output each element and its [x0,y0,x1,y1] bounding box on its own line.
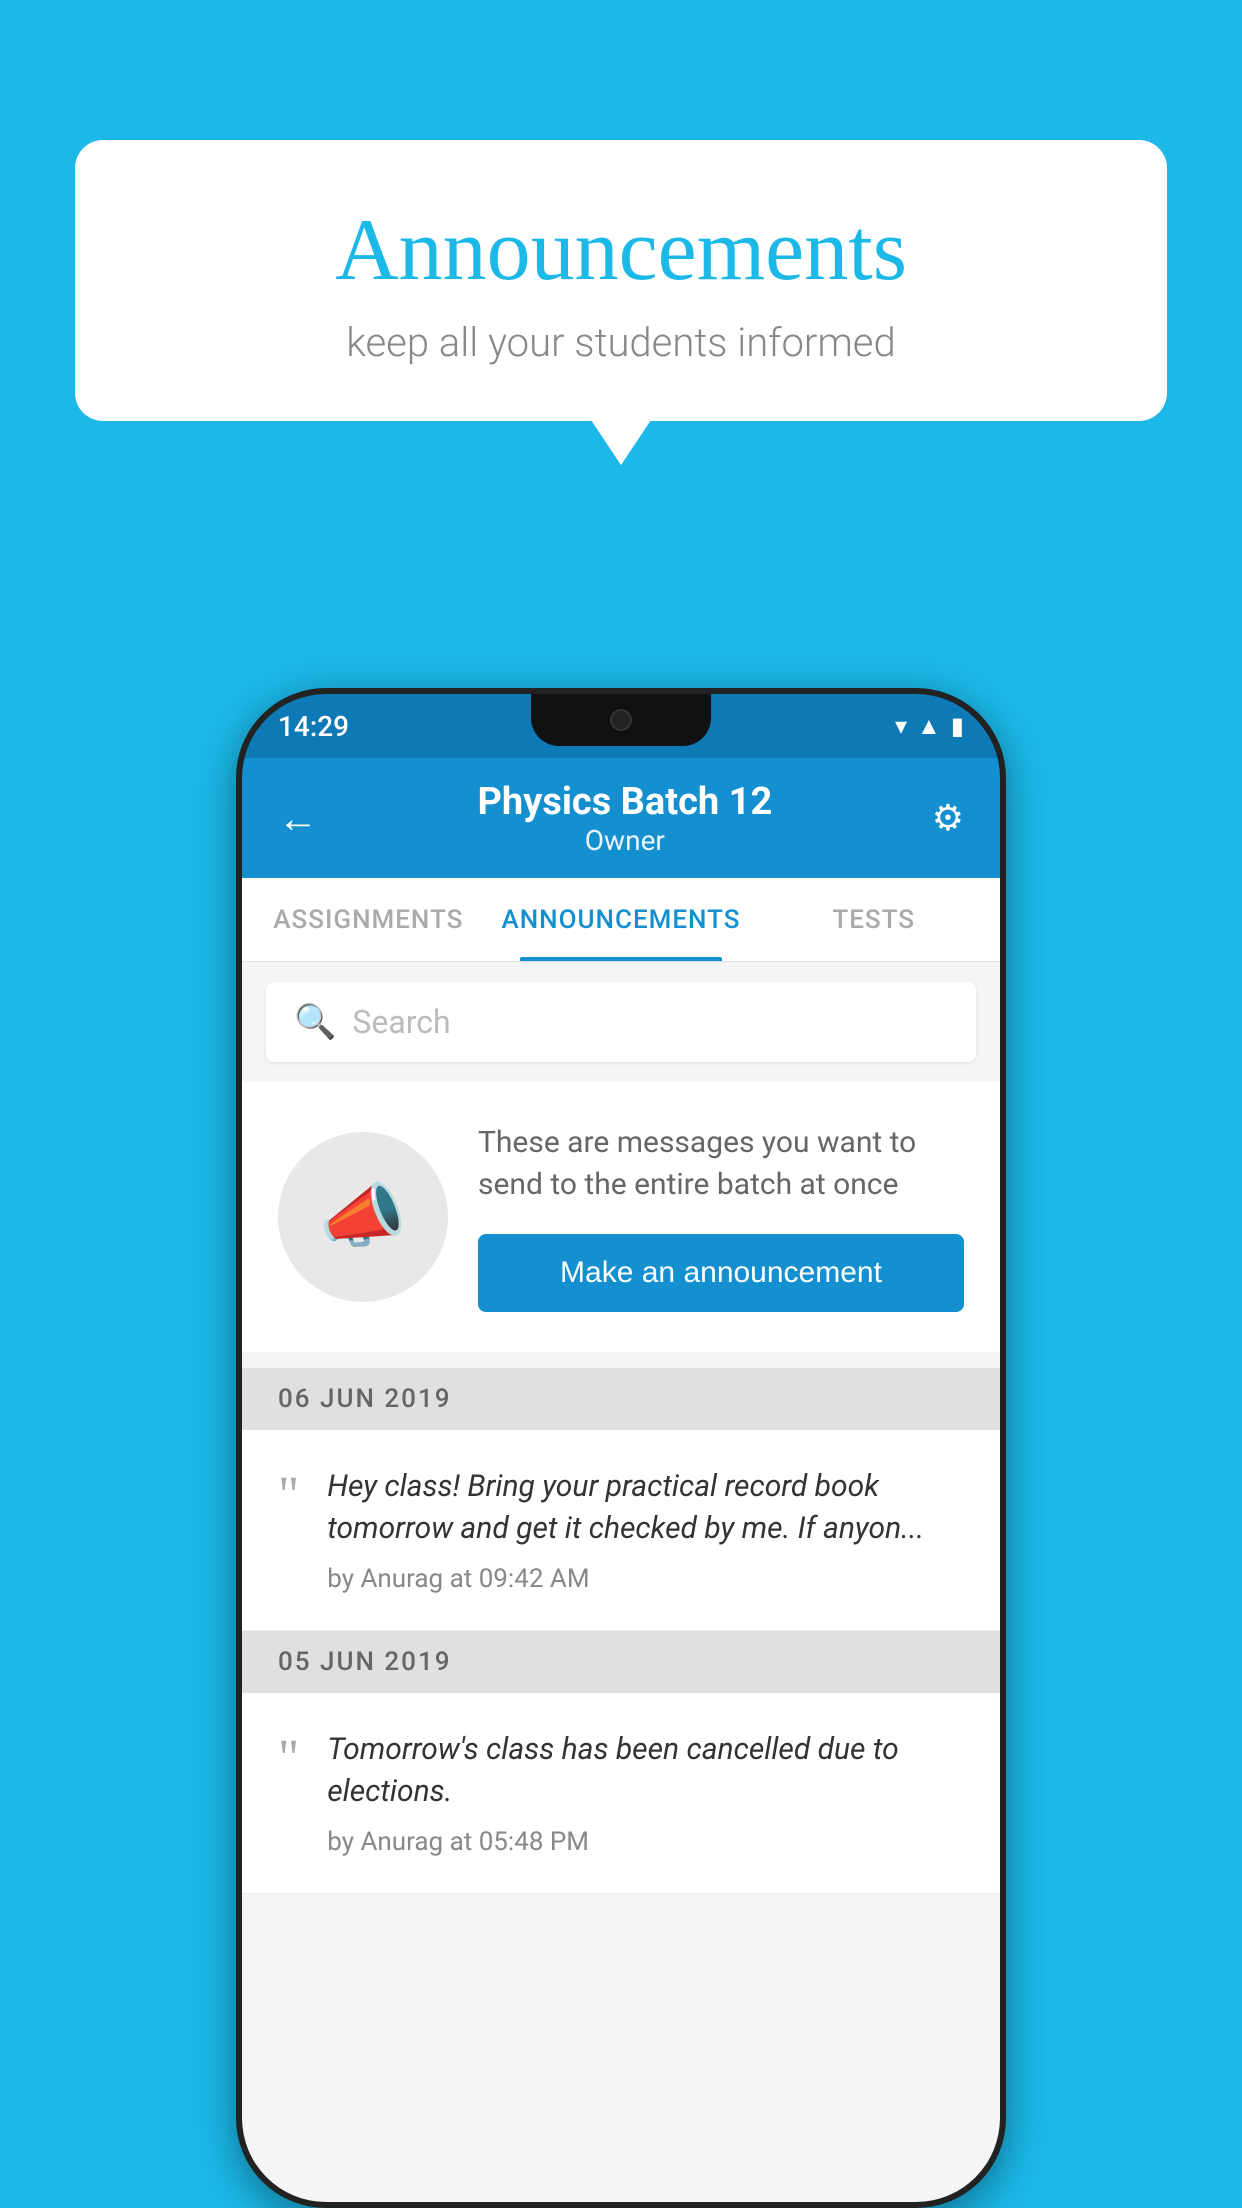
wifi-icon: ▾ [895,712,907,740]
promo-card: 📣 These are messages you want to send to… [242,1082,1000,1352]
speech-bubble: Announcements keep all your students inf… [75,140,1167,421]
settings-button[interactable]: ⚙ [932,797,964,839]
make-announcement-button[interactable]: Make an announcement [478,1234,964,1312]
quote-icon-1: " [278,1470,299,1522]
app-bar-title: Physics Batch 12 [477,780,772,824]
tab-assignments[interactable]: ASSIGNMENTS [242,878,495,961]
announcement-item-1[interactable]: " Hey class! Bring your practical record… [242,1430,1000,1631]
phone-frame: 14:29 ▾ ▲ ▮ ← Physics Batch 12 Owner ⚙ A… [236,688,1006,2208]
app-bar-subtitle: Owner [477,824,772,857]
tabs-bar: ASSIGNMENTS ANNOUNCEMENTS TESTS [242,878,1000,962]
tab-announcements[interactable]: ANNOUNCEMENTS [495,878,748,961]
back-button[interactable]: ← [278,795,318,842]
tab-tests[interactable]: TESTS [747,878,1000,961]
bubble-subtitle: keep all your students informed [135,319,1107,366]
megaphone-icon: 📣 [319,1176,406,1258]
date-separator-2: 05 JUN 2019 [242,1631,1000,1693]
announcement-text-2: Tomorrow's class has been cancelled due … [327,1729,964,1813]
side-button-left [236,1034,238,1104]
announcement-meta-2: by Anurag at 05:48 PM [327,1827,964,1857]
search-bar[interactable]: 🔍 Search [266,982,976,1062]
speech-bubble-section: Announcements keep all your students inf… [75,140,1167,421]
app-bar-center: Physics Batch 12 Owner [477,780,772,857]
content-area: 🔍 Search 📣 These are messages you want t… [242,962,1000,2202]
announcement-item-2[interactable]: " Tomorrow's class has been cancelled du… [242,1693,1000,1894]
battery-icon: ▮ [951,712,964,740]
side-button-right [1004,994,1006,1104]
promo-description: These are messages you want to send to t… [478,1122,964,1206]
date-separator-1: 06 JUN 2019 [242,1368,1000,1430]
signal-icon: ▲ [917,712,941,741]
status-time: 14:29 [278,710,349,743]
search-icon: 🔍 [294,1002,336,1042]
search-placeholder: Search [352,1003,450,1041]
announcement-text-1: Hey class! Bring your practical record b… [327,1466,964,1550]
quote-icon-2: " [278,1733,299,1785]
phone-camera [610,709,632,731]
app-bar: ← Physics Batch 12 Owner ⚙ [242,758,1000,878]
promo-icon-circle: 📣 [278,1132,448,1302]
promo-right: These are messages you want to send to t… [478,1122,964,1312]
announcement-text-area-2: Tomorrow's class has been cancelled due … [327,1729,964,1857]
announcement-text-area-1: Hey class! Bring your practical record b… [327,1466,964,1594]
phone-notch [531,694,711,746]
announcement-meta-1: by Anurag at 09:42 AM [327,1564,964,1594]
status-icons: ▾ ▲ ▮ [895,712,964,741]
bubble-title: Announcements [135,200,1107,301]
